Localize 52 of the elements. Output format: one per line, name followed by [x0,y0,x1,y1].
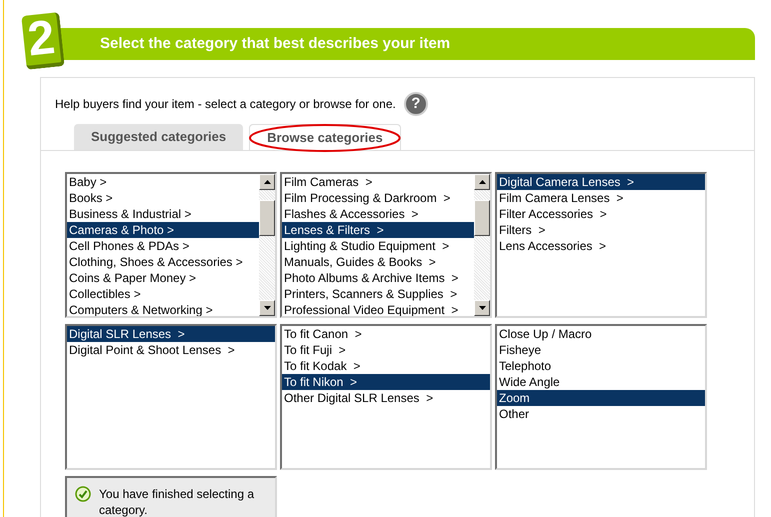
category-option[interactable]: Lenses & Filters > [282,222,474,238]
category-option[interactable]: Film Camera Lenses > [497,190,705,206]
category-option[interactable]: Lighting & Studio Equipment > [282,238,474,254]
category-option[interactable]: Flashes & Accessories > [282,206,474,222]
category-list[interactable]: Close Up / Macro Fisheye Telephoto Wide Angle Zoom Other [495,324,707,470]
category-list[interactable]: To fit Canon > To fit Fuji > To fit Kodak > To fit Nikon > Other Digital SLR Lenses > [280,324,492,470]
category-option[interactable]: Close Up / Macro [497,326,705,342]
down-arrow-icon [264,306,270,310]
category-list[interactable] [280,172,492,318]
category-option[interactable]: Film Cameras > [282,174,474,190]
category-option[interactable]: Photo Albums & Archive Items > [282,270,474,286]
category-option[interactable]: Coins & Paper Money > [67,270,259,286]
category-option[interactable]: Telephoto [497,358,705,374]
category-option[interactable]: Cell Phones & PDAs > [67,238,259,254]
category-option[interactable]: Wide Angle [497,374,705,390]
up-arrow-icon [264,180,270,184]
scrollbar[interactable] [259,174,275,316]
status-text: You have finished selecting a category. [99,486,256,517]
category-option[interactable]: Lens Accessories > [497,238,705,254]
step-title: Select the category that best describes your item [100,34,450,54]
category-option[interactable]: Baby > [67,174,259,190]
step-badge: 2 [21,12,65,70]
category-option[interactable]: Collectibles > [67,286,259,302]
category-option[interactable]: To fit Fuji > [282,342,490,358]
scrollbar[interactable] [474,174,490,316]
category-option[interactable]: Books > [67,190,259,206]
category-option[interactable]: To fit Kodak > [282,358,490,374]
category-option[interactable]: Filter Accessories > [497,206,705,222]
tab[interactable]: Suggested categories [74,124,244,150]
help-icon[interactable]: ? [404,92,428,116]
category-option[interactable]: Digital Camera Lenses > [497,174,705,190]
category-option[interactable]: Digital SLR Lenses > [67,326,275,342]
category-option[interactable]: Filters > [497,222,705,238]
category-option[interactable]: Clothing, Shoes & Accessories > [67,254,259,270]
category-option[interactable]: Other Digital SLR Lenses > [282,390,490,406]
category-option[interactable]: Film Processing & Darkroom > [282,190,474,206]
category-option[interactable]: Cameras & Photo > [67,222,259,238]
category-option[interactable]: To fit Canon > [282,326,490,342]
category-option[interactable]: Fisheye [497,342,705,358]
category-option[interactable]: Other [497,406,705,422]
category-option[interactable]: Zoom [497,390,705,406]
category-list[interactable]: Digital Camera Lenses > Film Camera Lenses > Filter Accessories > Filters > Lens Accessories > [495,172,707,318]
down-arrow-icon [478,306,486,310]
category-option[interactable]: Manuals, Guides & Books > [282,254,474,270]
category-option[interactable]: Business & Industrial > [67,206,259,222]
tab[interactable]: Browse categories [249,124,401,150]
up-arrow-icon [478,180,486,184]
help-text: Help buyers find your item - select a category or browse for one. [55,96,396,113]
category-list[interactable]: Digital SLR Lenses > Digital Point & Shoot Lenses > [65,324,277,470]
category-option[interactable]: Printers, Scanners & Supplies > [282,286,474,302]
category-option[interactable]: Digital Point & Shoot Lenses > [67,342,275,358]
category-option[interactable]: To fit Nikon > [282,374,490,390]
